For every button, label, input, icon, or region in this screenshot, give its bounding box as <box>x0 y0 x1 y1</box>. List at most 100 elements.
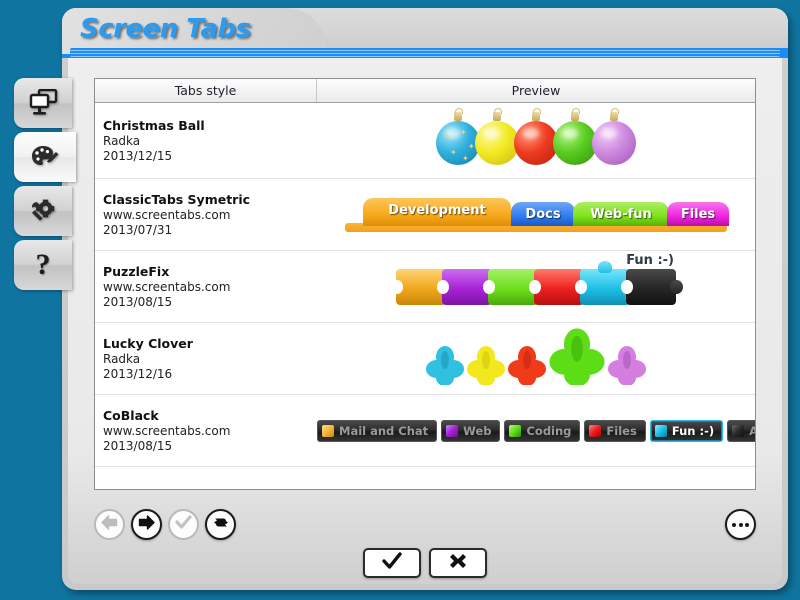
classic-tabs-preview: Development Docs Web-fun Files <box>345 197 729 232</box>
preview-cell[interactable]: ✦ ✦ ✦ ✦ ✦ <box>317 103 755 178</box>
monitor-icon <box>28 89 58 117</box>
coblack-tab-label: Coding <box>526 423 572 438</box>
table-empty-row <box>95 467 755 507</box>
content-panel: Tabs style Preview Christmas Ball Radka … <box>68 58 782 584</box>
refresh-button[interactable] <box>205 509 236 540</box>
ok-button[interactable] <box>363 548 421 578</box>
sidebar-item-help[interactable]: ? <box>14 240 72 290</box>
coblack-tab-selected: Fun :-) <box>649 419 724 442</box>
color-swatch <box>654 424 667 437</box>
ornament <box>553 107 597 165</box>
clover-leaf-selected <box>548 327 606 390</box>
preview-tab: Files <box>667 201 729 226</box>
titlebar-stripes <box>70 48 780 57</box>
ornament: ✦ ✦ ✦ ✦ ✦ <box>436 107 480 165</box>
style-source: www.screentabs.com <box>103 207 231 222</box>
style-date: 2013/08/15 <box>103 294 173 309</box>
column-header-preview[interactable]: Preview <box>317 79 755 102</box>
table-row[interactable]: Lucky Clover Radka 2013/12/16 <box>95 323 755 395</box>
question-mark-icon: ? <box>35 248 51 281</box>
sidebar-item-screen[interactable] <box>14 78 72 128</box>
color-swatch <box>322 424 334 437</box>
preview-cell[interactable]: Development Docs Web-fun Files <box>317 179 755 250</box>
style-source: Radka <box>103 351 141 366</box>
color-swatch <box>589 424 602 437</box>
empty-cell <box>95 481 317 493</box>
sidebar-item-appearance[interactable] <box>14 132 76 182</box>
table-row[interactable]: PuzzleFix www.screentabs.com 2013/08/15 <box>95 251 755 323</box>
navigation-toolbar <box>94 509 236 540</box>
ellipsis-icon <box>732 522 749 527</box>
style-name: Christmas Ball <box>103 117 205 133</box>
coblack-tab-label: Files <box>606 423 637 438</box>
previous-button[interactable] <box>94 509 125 540</box>
coblack-tab: Coding <box>504 419 581 442</box>
style-date: 2013/07/31 <box>103 222 173 237</box>
sidebar-item-settings[interactable] <box>14 186 72 236</box>
preview-cell[interactable]: Fun :-) <box>317 251 755 322</box>
sidebar: ? <box>14 78 76 290</box>
coblack-tab: Web <box>441 419 501 442</box>
check-icon <box>381 551 403 576</box>
puzzle-preview: Fun :-) <box>391 253 683 305</box>
ornament <box>514 107 558 165</box>
tabs-style-table[interactable]: Tabs style Preview Christmas Ball Radka … <box>94 78 756 490</box>
app-window: Screen Tabs Tabs style Preview Christmas… <box>62 8 788 590</box>
style-info-cell: Lucky Clover Radka 2013/12/16 <box>95 330 317 388</box>
style-info-cell: CoBlack www.screentabs.com 2013/08/15 <box>95 402 317 460</box>
style-date: 2013/12/16 <box>103 366 173 381</box>
clover-preview <box>425 327 647 390</box>
preview-cell[interactable] <box>317 323 755 394</box>
style-source: www.screentabs.com <box>103 423 231 438</box>
color-swatch <box>446 424 459 437</box>
ornament <box>475 107 519 165</box>
coblack-tab-label: All <box>749 424 755 438</box>
style-info-cell: PuzzleFix www.screentabs.com 2013/08/15 <box>95 258 317 316</box>
dialog-footer <box>68 548 782 578</box>
style-name: Lucky Clover <box>103 335 193 351</box>
table-row[interactable]: Christmas Ball Radka 2013/12/15 ✦ ✦ ✦ ✦ … <box>95 103 755 179</box>
cross-icon <box>447 551 469 576</box>
cancel-button[interactable] <box>429 548 487 578</box>
check-icon <box>175 514 192 535</box>
more-options-container <box>725 509 756 540</box>
puzzle-piece <box>621 268 683 305</box>
coblack-tab: Mail and Chat <box>317 419 438 442</box>
style-date: 2013/08/15 <box>103 438 173 453</box>
clover-leaf <box>607 345 647 390</box>
preview-cell[interactable]: Mail and Chat Web Coding Files Fun:-) <box>317 395 755 466</box>
clover-leaf <box>507 345 547 390</box>
christmas-ball-preview: ✦ ✦ ✦ ✦ ✦ <box>436 107 636 165</box>
style-info-cell: Christmas Ball Radka 2013/12/15 <box>95 112 317 170</box>
preview-tab: Development <box>363 197 511 226</box>
page-title: Screen Tabs <box>80 14 251 44</box>
apply-button[interactable] <box>168 509 199 540</box>
style-source: Radka <box>103 133 141 148</box>
palette-icon <box>30 143 60 171</box>
next-button[interactable] <box>131 509 162 540</box>
color-swatch <box>732 424 745 437</box>
coblack-tab-label: Web <box>463 423 492 438</box>
clover-leaf <box>466 345 506 390</box>
table-row[interactable]: ClassicTabs Symetric www.screentabs.com … <box>95 179 755 251</box>
titlebar: Screen Tabs <box>62 8 788 58</box>
preview-tab: Web-fun <box>573 201 669 226</box>
arrow-left-icon <box>101 514 118 535</box>
color-swatch <box>509 424 522 437</box>
clover-leaf <box>425 345 465 390</box>
coblack-preview: Mail and Chat Web Coding Files Fun:-) <box>317 419 755 442</box>
style-name: PuzzleFix <box>103 263 170 279</box>
tools-icon <box>28 197 58 225</box>
arrow-right-icon <box>138 514 155 535</box>
coblack-tab: Files <box>584 419 646 442</box>
style-info-cell: ClassicTabs Symetric www.screentabs.com … <box>95 186 317 244</box>
refresh-icon <box>212 514 230 536</box>
coblack-tab-label: Mail and Chat <box>339 423 429 438</box>
puzzle-fun-label: Fun :-) <box>626 252 674 268</box>
column-header-tabs-style[interactable]: Tabs style <box>95 79 317 102</box>
style-date: 2013/12/15 <box>103 148 173 163</box>
more-options-button[interactable] <box>725 509 756 540</box>
empty-cell <box>317 467 755 507</box>
preview-tab: Docs <box>511 201 575 226</box>
table-row[interactable]: CoBlack www.screentabs.com 2013/08/15 Ma… <box>95 395 755 467</box>
